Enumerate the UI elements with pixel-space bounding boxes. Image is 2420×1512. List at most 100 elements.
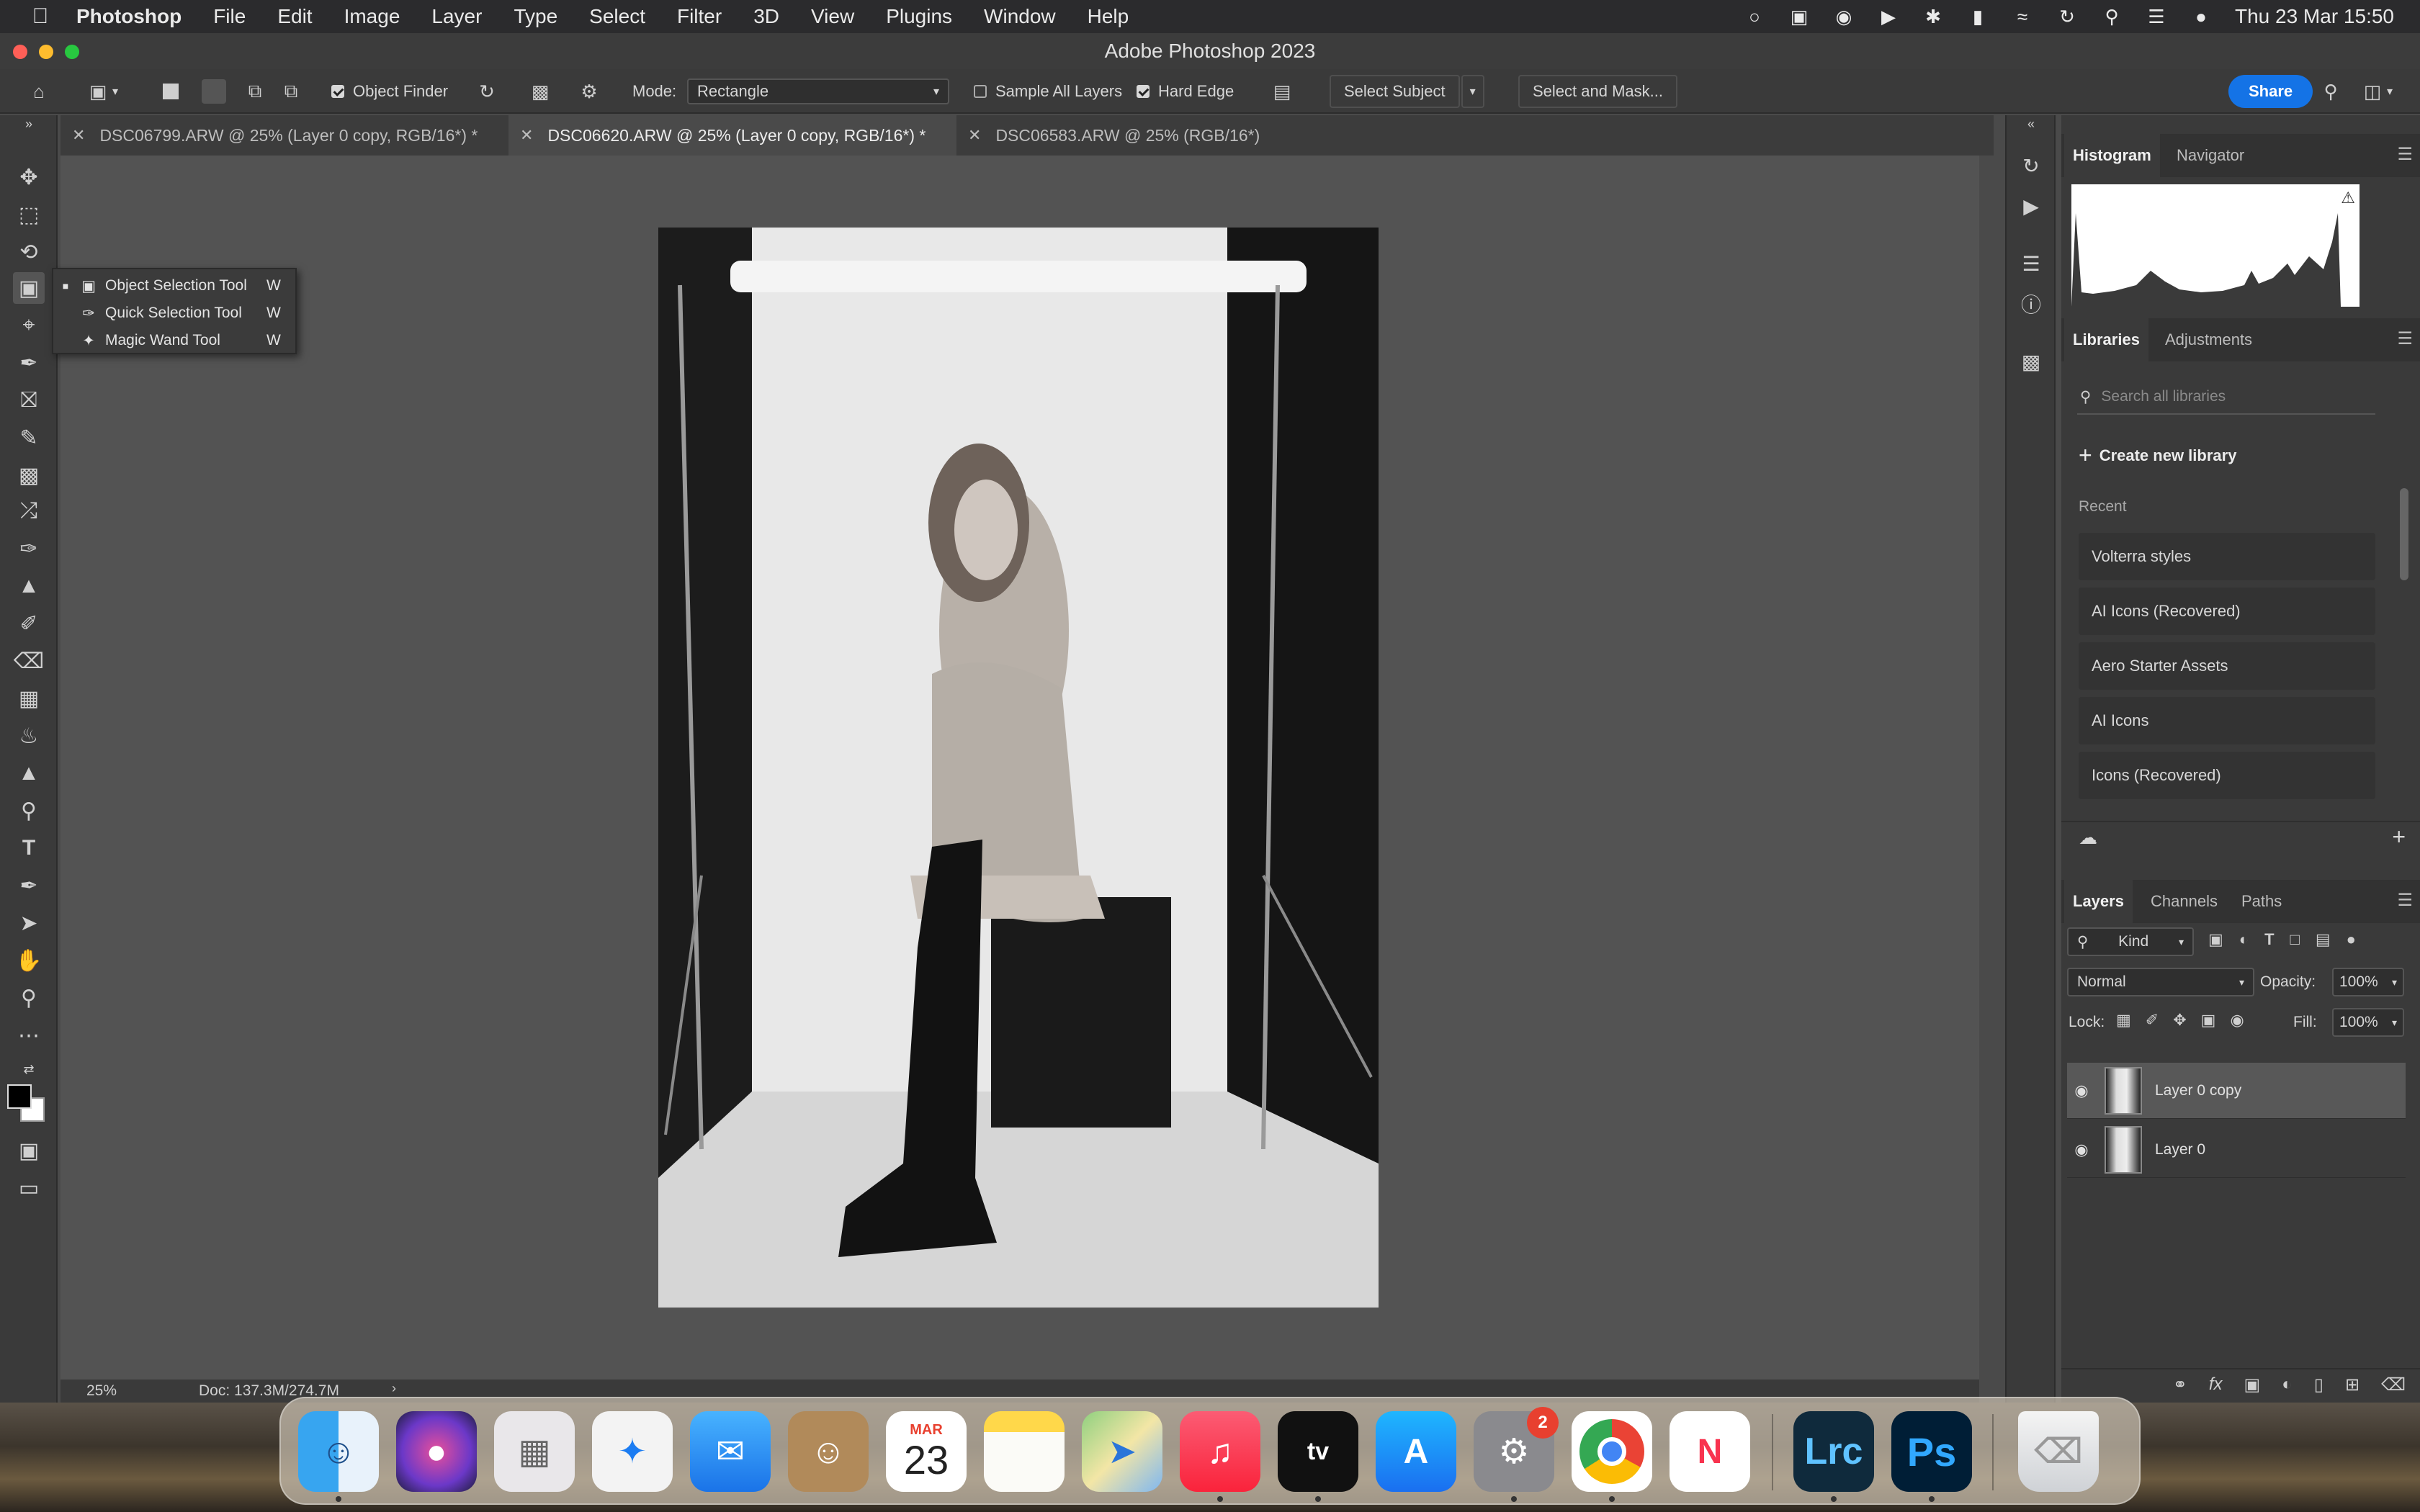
eyedropper-tool-icon[interactable]: ✒: [13, 347, 45, 379]
layer-style-fx-icon[interactable]: fx: [2209, 1374, 2223, 1395]
zoom-tool-icon[interactable]: ⚲: [13, 982, 45, 1014]
add-library-icon[interactable]: +: [2392, 824, 2406, 850]
select-subject-dropdown[interactable]: ▾: [1461, 75, 1484, 108]
new-group-icon[interactable]: ▯: [2314, 1374, 2323, 1395]
app-status-icon[interactable]: ◉: [1833, 6, 1855, 27]
history-brush-icon[interactable]: ✐: [13, 608, 45, 639]
info-icon[interactable]: ⓘ: [2015, 288, 2047, 320]
crop-tool-icon[interactable]: ⌖: [13, 310, 45, 341]
play-status-icon[interactable]: ▶: [1878, 6, 1899, 27]
tab-dsc06583[interactable]: ✕ DSC06583.ARW @ 25% (RGB/16*): [956, 115, 1331, 156]
home-button[interactable]: ⌂: [24, 69, 53, 114]
tab-layers[interactable]: Layers: [2064, 880, 2133, 923]
object-finder-checkbox[interactable]: [331, 85, 344, 98]
layer-row-layer-0[interactable]: ◉ Layer 0: [2067, 1122, 2406, 1178]
menu-3d[interactable]: 3D: [753, 5, 779, 28]
tab-channels[interactable]: Channels: [2151, 880, 2218, 923]
siri-icon[interactable]: ●: [2190, 6, 2212, 27]
opacity-field[interactable]: 100% ▾: [2332, 968, 2404, 996]
time-machine-icon[interactable]: ↻: [2056, 6, 2078, 27]
tab-navigator[interactable]: Navigator: [2177, 134, 2244, 177]
news-icon[interactable]: N: [1670, 1411, 1750, 1492]
search-button[interactable]: ⚲: [2316, 69, 2345, 114]
subtract-selection-button[interactable]: ⧉: [241, 69, 269, 114]
actions-play-icon[interactable]: ▶: [2015, 190, 2047, 222]
menu-filter[interactable]: Filter: [677, 5, 722, 28]
select-subject-button[interactable]: Select Subject: [1330, 75, 1460, 108]
chrome-icon[interactable]: [1572, 1411, 1652, 1492]
launchpad-icon[interactable]: ▦: [494, 1411, 575, 1492]
tab-dsc06620[interactable]: ✕ DSC06620.ARW @ 25% (Layer 0 copy, RGB/…: [508, 115, 956, 156]
zoom-level[interactable]: 25%: [86, 1382, 117, 1400]
calendar-icon[interactable]: MAR 23: [886, 1411, 967, 1492]
menu-image[interactable]: Image: [344, 5, 400, 28]
close-tab-icon[interactable]: ✕: [968, 126, 981, 145]
music-icon[interactable]: ♫: [1180, 1411, 1260, 1492]
library-item[interactable]: AI Icons (Recovered): [2079, 588, 2375, 635]
close-tab-icon[interactable]: ✕: [520, 126, 533, 145]
properties-icon[interactable]: ▩: [2015, 346, 2047, 377]
fill-field[interactable]: 100% ▾: [2332, 1008, 2404, 1037]
cloud-icon[interactable]: ☁: [2079, 827, 2097, 849]
status-menu-chevron-icon[interactable]: ›: [392, 1381, 396, 1396]
filter-toggle-icon[interactable]: ●: [2347, 930, 2356, 949]
lasso-tool-icon[interactable]: ⟲: [13, 236, 45, 268]
notes-icon[interactable]: [984, 1411, 1065, 1492]
hand-tool-icon[interactable]: ✋: [13, 945, 45, 976]
libraries-scrollbar[interactable]: [2400, 488, 2408, 580]
apple-tv-icon[interactable]: tv: [1278, 1411, 1358, 1492]
object-finder-toggle[interactable]: Object Finder: [331, 69, 448, 114]
menu-edit[interactable]: Edit: [277, 5, 312, 28]
link-layers-icon[interactable]: ⚭: [2173, 1374, 2187, 1395]
blur-tool-icon[interactable]: ♨: [13, 720, 45, 752]
tab-adjustments[interactable]: Adjustments: [2165, 318, 2252, 361]
clone-stamp-icon[interactable]: ▲: [13, 570, 45, 602]
library-search-field[interactable]: ⚲ Search all libraries: [2077, 380, 2375, 415]
lock-artboard-icon[interactable]: ▣: [2201, 1011, 2216, 1030]
shuffle-icon[interactable]: ⤮: [13, 495, 45, 527]
finder-icon[interactable]: ☺: [298, 1411, 379, 1492]
settings-button[interactable]: ⚙: [575, 69, 604, 114]
zoom-window-button[interactable]: [65, 45, 79, 59]
marquee-tool-icon[interactable]: ⬚: [13, 199, 45, 230]
frame-tool-icon[interactable]: ▩: [13, 459, 45, 491]
brush-tool-icon[interactable]: ✎: [13, 422, 45, 454]
hard-edge-checkbox[interactable]: [1137, 85, 1150, 98]
object-selection-tool-icon[interactable]: ▣: [13, 272, 45, 304]
library-item[interactable]: Aero Starter Assets: [2079, 642, 2375, 690]
spotlight-icon[interactable]: ⚲: [2101, 6, 2123, 27]
tab-dsc06799[interactable]: ✕ DSC06799.ARW @ 25% (Layer 0 copy, RGB/…: [60, 115, 508, 156]
app-store-icon[interactable]: A: [1376, 1411, 1456, 1492]
panel-menu-icon[interactable]: ☰: [2397, 328, 2413, 349]
panel-menu-icon[interactable]: ☰: [2397, 890, 2413, 911]
menu-help[interactable]: Help: [1088, 5, 1129, 28]
hard-edge-toggle[interactable]: Hard Edge: [1137, 69, 1234, 114]
path-selection-icon[interactable]: ➤: [13, 907, 45, 939]
feedback-button[interactable]: ▤: [1268, 69, 1296, 114]
type-filter-icon[interactable]: T: [2264, 930, 2274, 949]
menu-layer[interactable]: Layer: [431, 5, 482, 28]
menu-plugins[interactable]: Plugins: [886, 5, 952, 28]
new-layer-icon[interactable]: ⊞: [2345, 1374, 2360, 1395]
move-tool-icon[interactable]: ✥: [13, 161, 45, 193]
lock-position-icon[interactable]: ✥: [2173, 1011, 2186, 1030]
show-all-objects-button[interactable]: ▩: [526, 69, 555, 114]
mode-select[interactable]: Rectangle ▾: [687, 78, 949, 104]
type-tool-icon[interactable]: T: [13, 832, 45, 864]
more-tools-icon[interactable]: ⋯: [13, 1020, 45, 1051]
collapse-panels-icon[interactable]: «: [2015, 117, 2047, 131]
lock-pixels-icon[interactable]: ✐: [2146, 1011, 2159, 1030]
mail-icon[interactable]: ✉: [690, 1411, 771, 1492]
creative-cloud-status-icon[interactable]: ○: [1744, 6, 1765, 27]
create-library-button[interactable]: + Create new library: [2079, 442, 2236, 469]
close-window-button[interactable]: [13, 45, 27, 59]
maps-icon[interactable]: ➤: [1082, 1411, 1162, 1492]
refresh-button[interactable]: ↻: [472, 69, 501, 114]
history-icon[interactable]: ↻: [2015, 150, 2047, 181]
minimize-window-button[interactable]: [39, 45, 53, 59]
healing-brush-icon[interactable]: ⛝: [13, 384, 45, 416]
clock[interactable]: Thu 23 Mar 15:50: [2235, 5, 2394, 28]
screen-mode-icon[interactable]: ▭: [13, 1172, 45, 1204]
tool-preset-picker[interactable]: ▣ ▾: [84, 69, 118, 114]
contacts-icon[interactable]: ☺: [788, 1411, 869, 1492]
